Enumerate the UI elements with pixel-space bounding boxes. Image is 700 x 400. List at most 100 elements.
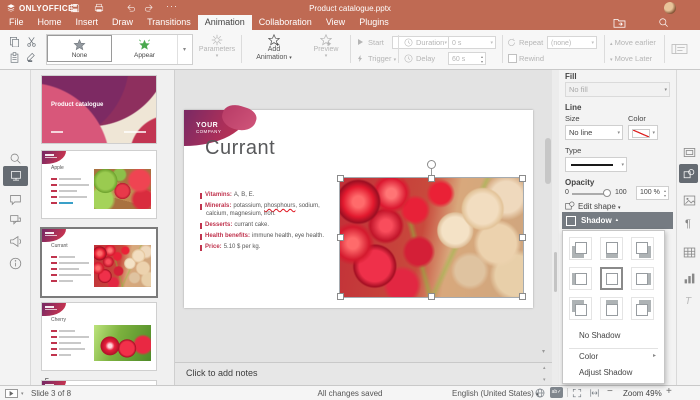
shadow-preset-down[interactable]: [600, 237, 623, 260]
animation-option-appear[interactable]: Appear: [112, 35, 177, 62]
shadow-preset-right[interactable]: [631, 267, 654, 290]
bullet-health[interactable]: Health benefits:immune health, eye healt…: [205, 233, 324, 241]
cut-icon[interactable]: [26, 36, 37, 47]
slide-canvas[interactable]: YOUR COMPANY Currant Vitamins:A, B, E. M…: [175, 70, 552, 362]
parameters-button[interactable]: Parameters ▾: [196, 34, 238, 59]
fill-select[interactable]: No fill▾: [565, 82, 670, 97]
tab-plugins[interactable]: Plugins: [352, 15, 396, 30]
paste-icon[interactable]: [9, 52, 20, 63]
comments-icon[interactable]: [9, 193, 22, 206]
chart-settings-icon[interactable]: [683, 272, 696, 285]
zoom-in-icon[interactable]: +: [666, 386, 672, 397]
shadow-preset-center-selected[interactable]: [600, 267, 623, 290]
slide-title[interactable]: Currant: [205, 137, 275, 160]
opacity-spinner[interactable]: 100 %▴▾: [636, 186, 669, 200]
canvas-scroll-down-icon[interactable]: ▾: [542, 348, 545, 355]
resize-handle-se[interactable]: [519, 293, 526, 300]
line-type-select[interactable]: ▾: [565, 157, 627, 172]
shadow-dropdown-button[interactable]: Shadow ▴: [562, 212, 673, 229]
spinner-arrows-icon[interactable]: ▴▾: [481, 54, 483, 64]
resize-handle-e[interactable]: [519, 234, 526, 241]
move-later-button[interactable]: ▾ Move Later: [610, 54, 652, 63]
currant-photo[interactable]: [339, 177, 524, 298]
gallery-expand-button[interactable]: ▾: [177, 35, 191, 64]
zoom-out-icon[interactable]: −: [607, 386, 613, 397]
shadow-preset-down-right[interactable]: [631, 237, 654, 260]
preview-button[interactable]: Preview ▾: [306, 34, 346, 59]
slide-settings-icon[interactable]: [683, 146, 696, 159]
open-file-location-icon[interactable]: [613, 17, 626, 28]
chat-icon[interactable]: [9, 214, 22, 227]
resize-handle-s[interactable]: [428, 293, 435, 300]
shadow-color-item[interactable]: Color: [579, 352, 598, 361]
line-color-button[interactable]: ▾: [628, 125, 658, 140]
fit-slide-icon[interactable]: [572, 388, 582, 398]
tab-collaboration[interactable]: Collaboration: [252, 15, 319, 30]
animation-option-none[interactable]: None: [47, 35, 112, 62]
feedback-icon[interactable]: [9, 235, 22, 248]
shadow-preset-up-left[interactable]: [569, 297, 592, 320]
resize-handle-ne[interactable]: [519, 175, 526, 182]
shadow-preset-left[interactable]: [569, 267, 592, 290]
resize-handle-nw[interactable]: [337, 175, 344, 182]
bullet-minerals[interactable]: Minerals:potassium, phosphours, sodium,c…: [205, 203, 320, 218]
about-icon[interactable]: [9, 257, 22, 270]
table-settings-icon[interactable]: [683, 246, 696, 259]
shadow-preset-down-left[interactable]: [569, 237, 592, 260]
bullet-vitamins[interactable]: Vitamins:A, B, E.: [205, 192, 254, 200]
trigger-label[interactable]: Trigger ▾: [368, 54, 396, 63]
copy-icon[interactable]: [9, 36, 20, 47]
shadow-checkbox[interactable]: [566, 216, 576, 226]
tab-insert[interactable]: Insert: [69, 15, 106, 30]
delay-spinner[interactable]: 60 s▴▾: [448, 52, 486, 65]
splitter-grip[interactable]: [554, 252, 557, 292]
tab-view[interactable]: View: [319, 15, 352, 30]
move-earlier-button[interactable]: ▴ Move earlier: [610, 38, 656, 47]
globe-icon[interactable]: [535, 388, 545, 398]
shape-settings-button[interactable]: [679, 164, 698, 183]
caret-down-icon[interactable]: ▾: [21, 391, 24, 397]
notes-scroll-up-icon[interactable]: ▴: [543, 365, 546, 371]
shadow-preset-up[interactable]: [600, 297, 623, 320]
fit-width-icon[interactable]: [589, 388, 600, 398]
notes-scroll-down-icon[interactable]: ▾: [543, 377, 546, 383]
repeat-select[interactable]: (none)▾: [547, 36, 597, 49]
opacity-slider-knob[interactable]: [603, 189, 611, 197]
slide-thumbnail-2[interactable]: Apple: [41, 150, 157, 219]
textart-settings-icon[interactable]: T: [685, 296, 691, 307]
resize-handle-w[interactable]: [337, 234, 344, 241]
tab-home[interactable]: Home: [31, 15, 69, 30]
tab-transitions[interactable]: Transitions: [140, 15, 198, 30]
opacity-slider-track[interactable]: [572, 193, 606, 195]
rewind-checkbox[interactable]: [508, 54, 517, 63]
tab-file[interactable]: File: [2, 15, 31, 30]
bullet-price[interactable]: Price:5.10 $ per kg.: [205, 244, 260, 252]
animation-pane-icon[interactable]: [671, 43, 688, 55]
slide-thumbnail-1[interactable]: Product catalogue: [41, 75, 157, 144]
duration-select[interactable]: 0 s▾: [448, 36, 496, 49]
search-icon[interactable]: [658, 17, 669, 28]
bullet-desserts[interactable]: Desserts:currant cake.: [205, 222, 269, 230]
canvas-scrollbar-thumb[interactable]: [545, 138, 551, 184]
find-icon[interactable]: [9, 152, 22, 165]
spinner-arrows-icon[interactable]: ▴▾: [664, 188, 666, 198]
start-slideshow-button[interactable]: [5, 389, 18, 398]
notes-area[interactable]: Click to add notes ▴ ▾: [175, 362, 552, 385]
resize-handle-sw[interactable]: [337, 293, 344, 300]
image-settings-icon[interactable]: [683, 194, 696, 207]
paragraph-settings-icon[interactable]: ¶: [685, 218, 691, 230]
resize-handle-n[interactable]: [428, 175, 435, 182]
line-size-select[interactable]: No line▾: [565, 125, 623, 140]
notes-placeholder[interactable]: Click to add notes: [186, 368, 258, 378]
shadow-preset-up-right[interactable]: [631, 297, 654, 320]
no-shadow-item[interactable]: No Shadow: [579, 331, 620, 340]
language-selector[interactable]: English (United States) ▾: [452, 389, 539, 398]
user-avatar[interactable]: [664, 2, 676, 14]
add-animation-button[interactable]: Add Animation ▾: [247, 34, 301, 62]
panel-splitter[interactable]: [552, 70, 559, 385]
slides-panel-button[interactable]: [3, 166, 28, 186]
tab-animation[interactable]: Animation: [198, 15, 252, 30]
rotation-handle[interactable]: [427, 160, 436, 169]
spellcheck-button[interactable]: ab✓: [550, 387, 563, 398]
current-slide[interactable]: YOUR COMPANY Currant Vitamins:A, B, E. M…: [184, 110, 533, 308]
